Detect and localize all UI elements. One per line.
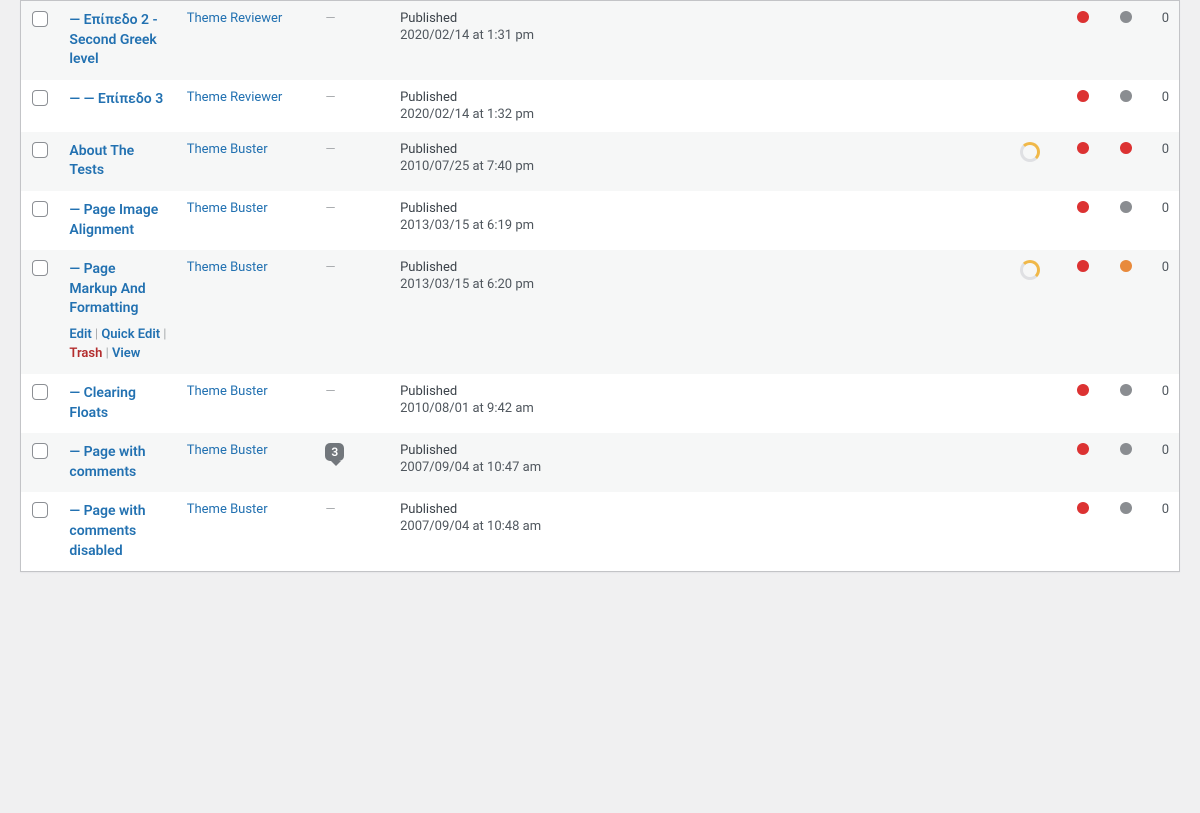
- table-row: — Page with comments Theme Buster 3 Publish…: [21, 433, 1180, 492]
- readability-dot-icon: [1077, 11, 1089, 23]
- comment-count-bubble[interactable]: 3: [325, 443, 344, 461]
- seo-dot-icon: [1120, 201, 1132, 213]
- no-comments-dash: —: [325, 201, 335, 216]
- status-label: Published: [400, 11, 988, 26]
- links-count: 0: [1147, 80, 1179, 132]
- seo-dot-icon: [1120, 443, 1132, 455]
- status-label: Published: [400, 142, 988, 157]
- row-checkbox[interactable]: [32, 443, 48, 459]
- links-count: 0: [1147, 374, 1179, 433]
- author-link[interactable]: Theme Buster: [187, 142, 268, 157]
- table-row: — Page with comments disabled Theme Buste…: [21, 492, 1180, 571]
- row-checkbox[interactable]: [32, 11, 48, 27]
- author-link[interactable]: Theme Buster: [187, 201, 268, 216]
- table-row: — Page Markup And Formatting Edit | Quick…: [21, 250, 1180, 374]
- no-comments-dash: —: [325, 260, 335, 275]
- readability-dot-icon: [1077, 90, 1089, 102]
- author-link[interactable]: Theme Buster: [187, 260, 268, 275]
- readability-dot-icon: [1077, 142, 1089, 154]
- links-count: 0: [1147, 433, 1179, 492]
- table-row: About The Tests Theme Buster — Published 201…: [21, 132, 1180, 191]
- page-title-link[interactable]: — — Επίπεδο 3: [69, 91, 163, 107]
- no-comments-dash: —: [325, 142, 335, 157]
- date-label: 2020/02/14 at 1:32 pm: [400, 107, 988, 122]
- table-row: — Επίπεδο 2 - Second Greek level Theme Re…: [21, 1, 1180, 80]
- row-checkbox[interactable]: [32, 384, 48, 400]
- status-label: Published: [400, 443, 988, 458]
- row-checkbox[interactable]: [32, 90, 48, 106]
- status-label: Published: [400, 502, 988, 517]
- readability-dot-icon: [1077, 260, 1089, 272]
- readability-dot-icon: [1077, 443, 1089, 455]
- author-link[interactable]: Theme Buster: [187, 502, 268, 517]
- date-label: 2020/02/14 at 1:31 pm: [400, 28, 988, 43]
- seo-dot-icon: [1120, 142, 1132, 154]
- row-checkbox[interactable]: [32, 201, 48, 217]
- date-label: 2013/03/15 at 6:19 pm: [400, 218, 988, 233]
- author-link[interactable]: Theme Buster: [187, 443, 268, 458]
- status-label: Published: [400, 384, 988, 399]
- row-checkbox[interactable]: [32, 502, 48, 518]
- author-link[interactable]: Theme Reviewer: [187, 90, 283, 105]
- seo-score-icon: [1020, 260, 1040, 280]
- author-link[interactable]: Theme Reviewer: [187, 11, 283, 26]
- trash-link[interactable]: Trash: [69, 346, 102, 361]
- quick-edit-link[interactable]: Quick Edit: [101, 327, 160, 342]
- table-row: — Page Image Alignment Theme Buster — Publi…: [21, 191, 1180, 250]
- links-count: 0: [1147, 250, 1179, 374]
- edit-link[interactable]: Edit: [69, 327, 91, 342]
- no-comments-dash: —: [325, 90, 335, 105]
- page-title-link[interactable]: — Επίπεδο 2 - Second Greek level: [69, 12, 157, 67]
- seo-dot-icon: [1120, 90, 1132, 102]
- page-title-link[interactable]: — Page Image Alignment: [69, 202, 158, 238]
- readability-dot-icon: [1077, 384, 1089, 396]
- seo-dot-icon: [1120, 11, 1132, 23]
- no-comments-dash: —: [325, 384, 335, 399]
- row-actions: Edit | Quick Edit | Trash | View: [69, 325, 166, 364]
- table-row: — — Επίπεδο 3 Theme Reviewer — Published 202…: [21, 80, 1180, 132]
- row-checkbox[interactable]: [32, 260, 48, 276]
- page-title-link[interactable]: — Page Markup And Formatting: [69, 261, 145, 316]
- seo-dot-icon: [1120, 384, 1132, 396]
- status-label: Published: [400, 260, 988, 275]
- page-title-link[interactable]: About The Tests: [69, 143, 134, 179]
- status-label: Published: [400, 90, 988, 105]
- seo-dot-icon: [1120, 502, 1132, 514]
- page-title-link[interactable]: — Page with comments: [69, 444, 145, 480]
- date-label: 2010/08/01 at 9:42 am: [400, 401, 988, 416]
- seo-score-icon: [1020, 142, 1040, 162]
- date-label: 2013/03/15 at 6:20 pm: [400, 277, 988, 292]
- pages-table: — Επίπεδο 2 - Second Greek level Theme Re…: [20, 0, 1180, 572]
- no-comments-dash: —: [325, 11, 335, 26]
- page-title-link[interactable]: — Clearing Floats: [69, 385, 136, 421]
- view-link[interactable]: View: [112, 346, 140, 361]
- status-label: Published: [400, 201, 988, 216]
- no-comments-dash: —: [325, 502, 335, 517]
- readability-dot-icon: [1077, 201, 1089, 213]
- links-count: 0: [1147, 132, 1179, 191]
- author-link[interactable]: Theme Buster: [187, 384, 268, 399]
- date-label: 2010/07/25 at 7:40 pm: [400, 159, 988, 174]
- date-label: 2007/09/04 at 10:48 am: [400, 519, 988, 534]
- seo-dot-icon: [1120, 260, 1132, 272]
- page-title-link[interactable]: — Page with comments disabled: [69, 503, 145, 558]
- table-row: — Clearing Floats Theme Buster — Published 2…: [21, 374, 1180, 433]
- readability-dot-icon: [1077, 502, 1089, 514]
- row-checkbox[interactable]: [32, 142, 48, 158]
- links-count: 0: [1147, 1, 1179, 80]
- links-count: 0: [1147, 191, 1179, 250]
- date-label: 2007/09/04 at 10:47 am: [400, 460, 988, 475]
- links-count: 0: [1147, 492, 1179, 571]
